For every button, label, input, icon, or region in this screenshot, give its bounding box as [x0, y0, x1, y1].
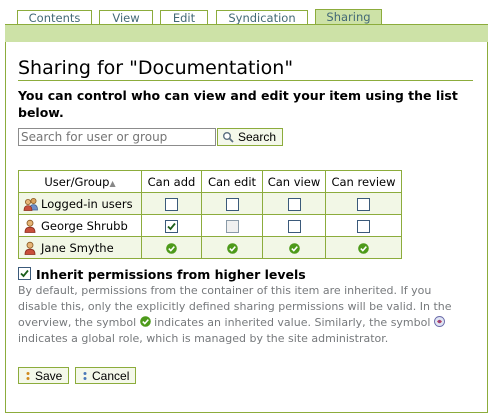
inherited-check-icon	[288, 242, 300, 254]
table-header-row: User/Group▲ Can add Can edit Can view Ca…	[18, 170, 402, 193]
user-cell: George Shrubb	[18, 214, 142, 237]
tab-view[interactable]: View	[99, 10, 153, 25]
inherit-permissions-checkbox[interactable]	[18, 267, 31, 280]
permissions-table: User/Group▲ Can add Can edit Can view Ca…	[18, 170, 402, 259]
sort-ascending-icon: ▲	[109, 178, 116, 188]
cancel-button[interactable]: Cancel	[75, 367, 136, 384]
inherited-check-icon	[358, 242, 369, 254]
user-name: Logged-in users	[41, 196, 133, 211]
cancel-button-label: Cancel	[92, 369, 130, 383]
tab-edit[interactable]: Edit	[160, 10, 208, 25]
checkmark-icon	[20, 269, 29, 278]
inherited-check-icon	[139, 316, 151, 327]
panel-header-strip	[5, 25, 488, 42]
can-edit-checkbox[interactable]	[225, 197, 239, 211]
can-add-checkbox[interactable]	[165, 197, 178, 211]
can-edit-checkbox[interactable]	[225, 219, 239, 233]
save-button-label: Save	[35, 369, 63, 383]
page-description: You can control who can view and edit yo…	[18, 88, 458, 120]
tab-syndication[interactable]: Syndication	[216, 10, 308, 25]
save-button[interactable]: Save	[18, 367, 69, 384]
column-header-can-edit: Can edit	[201, 170, 263, 193]
inherit-permissions-label[interactable]: Inherit permissions from higher levels	[36, 267, 306, 282]
page-title: Sharing for "Documentation"	[18, 57, 294, 79]
group-icon	[23, 197, 38, 211]
search-button[interactable]: Search	[217, 128, 283, 146]
title-divider	[18, 80, 473, 81]
global-role-icon	[433, 316, 445, 327]
can-view-checkbox[interactable]	[287, 219, 301, 233]
user-name: George Shrubb	[41, 218, 128, 233]
tab-bar: Contents View Edit Syndication Sharing	[0, 0, 492, 27]
user-name: Jane Smythe	[41, 240, 114, 255]
save-dots-icon	[24, 369, 32, 380]
tab-contents[interactable]: Contents	[17, 10, 92, 25]
can-review-checkbox[interactable]	[357, 197, 370, 211]
search-button-label: Search	[238, 130, 277, 144]
cancel-dots-icon	[81, 369, 89, 380]
column-header-user-group[interactable]: User/Group▲	[18, 170, 142, 193]
inherit-help-text: By default, permissions from the contain…	[18, 284, 452, 345]
inherited-check-icon	[166, 242, 177, 254]
checkmark-icon	[167, 222, 176, 230]
user-icon	[23, 241, 37, 255]
user-icon	[23, 219, 37, 233]
user-cell: Jane Smythe	[18, 236, 142, 259]
can-review-checkbox[interactable]	[357, 219, 370, 233]
column-header-can-add: Can add	[141, 170, 202, 193]
can-view-checkbox[interactable]	[287, 197, 301, 211]
table-row: George Shrubb	[18, 214, 402, 237]
search-input[interactable]	[18, 128, 216, 146]
can-add-checkbox[interactable]	[165, 219, 178, 233]
inherited-check-icon	[226, 242, 238, 254]
column-header-can-view: Can view	[262, 170, 326, 193]
table-row: Jane Smythe	[18, 236, 402, 259]
user-cell: Logged-in users	[18, 192, 142, 215]
table-row: Logged-in users	[18, 192, 402, 215]
magnifier-icon	[222, 131, 234, 143]
inherit-permissions-row: Inherit permissions from higher levels	[18, 267, 306, 282]
column-header-can-review: Can review	[325, 170, 402, 193]
